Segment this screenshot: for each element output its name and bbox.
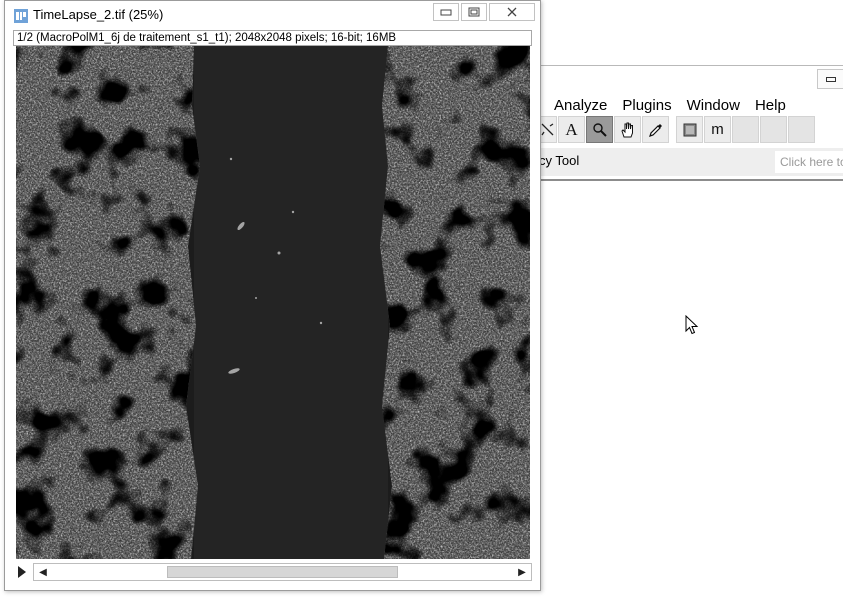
empty-tool-slot[interactable] [732,116,759,143]
status-text: cy Tool [539,153,580,168]
microscopy-image[interactable] [16,46,530,559]
status-row: cy Tool Click here to [539,148,843,176]
hand-scroll-icon[interactable] [614,116,641,143]
tool-bar: A m [539,116,816,146]
main-titlebar[interactable] [539,66,843,90]
menu-bar: Analyze Plugins Window Help [539,94,786,116]
close-icon [507,7,517,17]
cell-image [16,46,530,559]
minimize-icon [826,76,836,82]
macro-tool-label: m [711,121,724,138]
menu-help[interactable]: Help [755,94,786,116]
menu-window[interactable]: Window [687,94,740,116]
play-animation-icon[interactable] [18,566,26,578]
menu-analyze[interactable]: Analyze [554,94,607,116]
close-button[interactable] [489,3,535,21]
maximize-icon [468,7,480,17]
maximize-button[interactable] [461,3,487,21]
text-tool-icon[interactable]: A [558,116,585,143]
text-tool-label: A [565,119,578,139]
image-window-titlebar[interactable]: TimeLapse_2.tif (25%) [5,1,540,29]
color-picker-icon[interactable] [642,116,669,143]
window-title: TimeLapse_2.tif (25%) [33,7,164,22]
arrow-left-icon[interactable]: ◀ [37,567,49,578]
scrollbar-thumb[interactable] [167,566,398,578]
magnifier-icon[interactable] [586,116,613,143]
window-divider [539,179,843,181]
line-tool-icon[interactable] [539,116,557,143]
slice-scrollbar[interactable]: ◀ ▶ [33,563,532,581]
imagej-stack-icon [14,9,28,23]
mouse-pointer-icon [685,315,699,335]
macro-tool-icon[interactable]: m [704,116,731,143]
menu-plugins[interactable]: Plugins [622,94,671,116]
main-minimize-button[interactable] [817,69,843,89]
imagej-main-window: Analyze Plugins Window Help A m cy Tool … [538,65,843,182]
image-window: TimeLapse_2.tif (25%) 1/2 (MacroPolM1_6j… [4,0,541,591]
search-field[interactable]: Click here to [775,151,843,173]
image-info-bar: 1/2 (MacroPolM1_6j de traitement_s1_t1);… [13,30,532,46]
arrow-right-icon[interactable]: ▶ [516,567,528,578]
stack-tool-icon[interactable] [676,116,703,143]
empty-tool-slot[interactable] [760,116,787,143]
stack-controls: ◀ ▶ [13,563,532,581]
minimize-button[interactable] [433,3,459,21]
empty-tool-slot[interactable] [788,116,815,143]
minimize-icon [440,9,452,16]
